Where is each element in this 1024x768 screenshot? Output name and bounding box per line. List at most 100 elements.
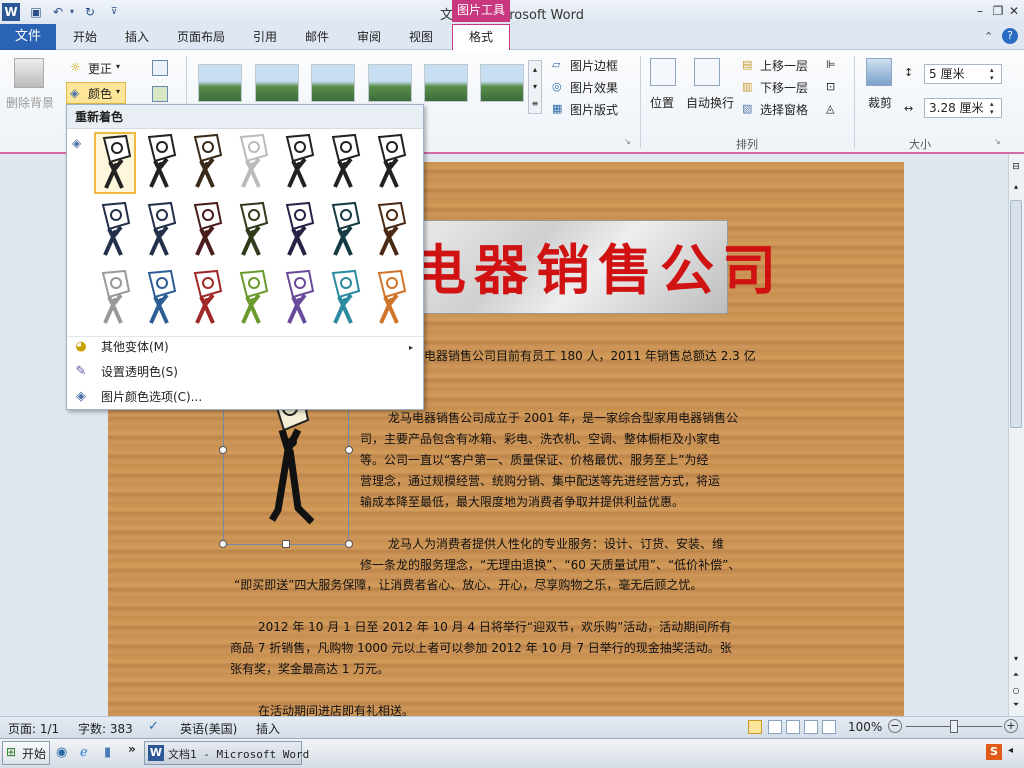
language-indicator[interactable]: 英语(美国) [180,720,237,737]
recolor-variant-thumb[interactable] [186,132,228,194]
tab-view[interactable]: 视图 [398,24,444,50]
tab-file[interactable]: 文件 [0,24,56,50]
selection-pane-button[interactable]: 选择窗格 [760,101,808,118]
corrections-button[interactable]: 更正 [88,60,112,77]
recolor-variant-thumb[interactable] [370,132,412,194]
picture-style-thumb[interactable] [480,64,524,102]
picture-layout-icon[interactable]: ▦ [552,102,562,115]
quicklaunch-more-icon[interactable]: » [128,742,136,756]
recolor-variant-thumb[interactable] [370,268,412,330]
paragraph-line[interactable]: 龙马电器销售公司成立于 2001 年，是一家综合型家用电器销售公 [388,408,738,429]
zoom-in-icon[interactable]: + [1004,719,1018,733]
word-count[interactable]: 字数: 383 [78,720,133,737]
align-icon[interactable]: ⊫ [826,58,836,71]
tab-references[interactable]: 引用 [242,24,288,50]
paragraph-line[interactable]: 2012 年 10 月 1 日至 2012 年 10 月 4 日将举行“迎双节，… [258,617,731,638]
position-button[interactable]: 位置 [650,94,674,111]
crop-icon[interactable] [866,58,892,86]
picture-style-thumb[interactable] [424,64,468,102]
scrollbar-thumb[interactable] [1010,200,1022,428]
quicklaunch-app-icon[interactable]: ▮ [104,745,111,760]
paragraph-line[interactable]: 商品 7 折销售，凡购物 1000 元以上者可以参加 2012 年 10 月 7… [230,638,732,659]
recolor-variant-thumb[interactable] [140,200,182,262]
recolor-variant-thumb[interactable] [278,132,320,194]
scroll-up-icon[interactable]: ▴ [1010,182,1022,194]
width-spinner-icon[interactable]: ▴ ▾ [990,100,994,116]
recolor-variant-thumb[interactable] [94,268,136,330]
wrap-text-button[interactable]: 自动换行 [686,94,734,111]
recolor-variant-thumb[interactable] [232,200,274,262]
position-icon[interactable] [650,58,676,86]
styles-gallery-scroll[interactable]: ▴ ▾ ≡ [528,60,542,114]
scroll-down-icon[interactable]: ▾ [1010,654,1022,666]
resize-handle[interactable] [219,540,227,548]
recolor-variant-thumb[interactable] [278,268,320,330]
resize-handle[interactable] [345,540,353,548]
collapse-ribbon-icon[interactable]: ⌃ [984,30,993,43]
recolor-variant-thumb[interactable] [94,200,136,262]
zoom-out-icon[interactable]: − [888,719,902,733]
close-icon[interactable]: ✕ [1006,3,1022,19]
next-page-icon[interactable]: ⏷ [1010,700,1022,712]
zoom-level[interactable]: 100% [848,720,882,734]
recolor-variant-thumb[interactable] [232,268,274,330]
internet-explorer-icon[interactable]: ℯ [80,745,88,760]
tab-format[interactable]: 格式 [452,24,510,51]
send-backward-icon[interactable]: ▥ [742,80,752,93]
crop-button[interactable]: 裁剪 [868,94,892,111]
recolor-variant-thumb[interactable] [278,200,320,262]
zoom-slider-thumb[interactable] [950,720,958,733]
recolor-variant-thumb[interactable] [186,268,228,330]
paragraph-line[interactable]: 营理念，通过规模经营、统购分销、集中配送等先进经营方式，将运 [360,471,720,492]
recolor-variant-thumb[interactable] [324,200,366,262]
height-spinner-icon[interactable]: ▴ ▾ [990,66,994,82]
recolor-variant-thumb[interactable] [140,268,182,330]
rotate-icon[interactable]: ◬ [826,102,834,115]
tab-home[interactable]: 开始 [62,24,108,50]
remove-background-label[interactable]: 删除背景 [6,94,54,111]
minimize-icon[interactable]: – [972,3,988,19]
resize-handle[interactable] [345,446,353,454]
dialog-launcher-icon[interactable]: ↘ [994,137,1001,146]
picture-effects-button[interactable]: 图片效果 [570,79,618,96]
picture-border-button[interactable]: 图片边框 [570,57,618,74]
tab-page-layout[interactable]: 页面布局 [168,24,234,50]
tab-insert[interactable]: 插入 [114,24,160,50]
tab-review[interactable]: 审阅 [346,24,392,50]
paragraph-line[interactable]: 等。公司一直以“客户第一、质量保证、价格最优、服务至上”为经 [360,450,708,471]
more-variants-item[interactable]: ◕ 其他变体(M) ▸ [67,335,423,360]
dialog-launcher-icon[interactable]: ↘ [624,137,631,146]
tray-expand-icon[interactable]: ◂ [1008,745,1013,756]
paragraph-line[interactable]: 修一条龙的服务理念，“无理由退换”、“60 天质量试用”、“低价补偿”、 [360,555,740,576]
show-desktop-icon[interactable]: ◉ [56,745,67,760]
proofing-icon[interactable]: ✓ [148,719,159,734]
picture-style-thumb[interactable] [368,64,412,102]
recolor-variant-thumb[interactable] [186,200,228,262]
picture-color-options-item[interactable]: ◈ 图片颜色选项(C)... [67,385,423,410]
recolor-variant-thumb[interactable] [94,132,136,194]
recolor-variant-thumb[interactable] [324,132,366,194]
tray-app-icon[interactable]: S [986,744,1002,760]
tab-mailings[interactable]: 邮件 [294,24,340,50]
full-screen-reading-icon[interactable] [768,720,782,734]
paragraph-line[interactable]: 龙马人为消费者提供人性化的专业服务：设计、订货、安装、维 [388,534,724,555]
page-count[interactable]: 页面: 1/1 [8,720,59,737]
remove-background-icon[interactable] [14,58,44,88]
set-transparent-color-item[interactable]: ✎ 设置透明色(S) [67,360,423,385]
selection-pane-icon[interactable]: ▧ [742,102,752,115]
picture-layout-button[interactable]: 图片版式 [570,101,618,118]
draft-view-icon[interactable] [822,720,836,734]
recolor-variant-thumb[interactable] [324,268,366,330]
bring-forward-button[interactable]: 上移一层 [760,57,808,74]
recolor-variant-thumb[interactable] [140,132,182,194]
resize-handle[interactable] [219,446,227,454]
outline-view-icon[interactable] [804,720,818,734]
wrap-text-icon[interactable] [694,58,720,86]
compress-pictures-icon[interactable] [152,60,168,76]
web-layout-icon[interactable] [786,720,800,734]
previous-page-icon[interactable]: ⏶ [1010,670,1022,682]
paragraph-line[interactable]: 司，主要产品包含有冰箱、彩电、洗衣机、空调、整体橱柜及小家电 [360,429,720,450]
print-layout-view-icon[interactable] [748,720,762,734]
ruler-toggle-icon[interactable]: ⊟ [1010,162,1022,176]
picture-style-thumb[interactable] [255,64,299,102]
